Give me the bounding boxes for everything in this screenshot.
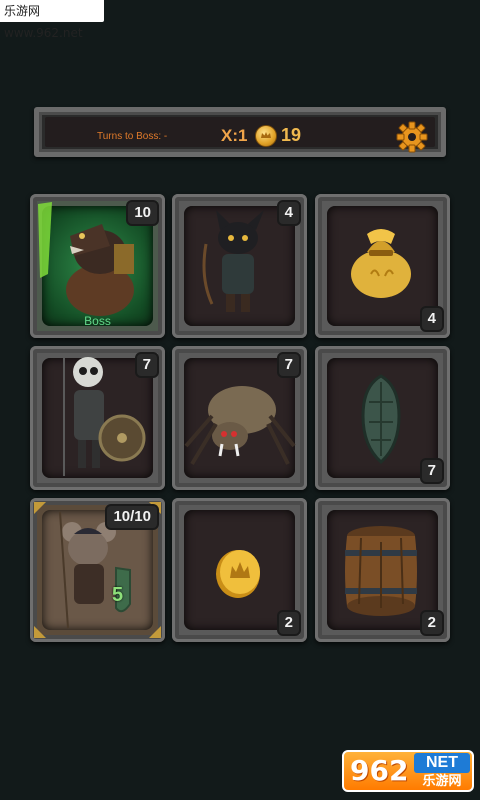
turns-to-boss-label: Turns to Boss: - <box>97 131 168 142</box>
card-rat-boss[interactable]: 10 Boss <box>30 194 165 338</box>
coin-count: 19 <box>281 125 302 145</box>
card-cat-archer[interactable]: 4 <box>172 194 307 338</box>
card-mouse-hero[interactable]: 10/10 5 <box>30 498 165 642</box>
multiplier-label: X:1 <box>221 126 248 145</box>
hero-defense: 5 <box>112 584 124 606</box>
coin-icon <box>255 125 277 147</box>
watermark-number: 962 <box>350 754 409 787</box>
attack-value: 10 <box>128 202 157 224</box>
card-gold-bag[interactable]: 4 <box>315 194 450 338</box>
hero-health: 10/10 <box>107 506 157 528</box>
card-skeleton[interactable]: 7 <box>30 346 165 490</box>
watermark-cn: 乐游网 <box>422 773 462 788</box>
watermark-bottom: 962 NET 乐游网 <box>342 750 474 792</box>
item-value: 2 <box>278 612 299 634</box>
boss-label: Boss <box>84 314 111 328</box>
item-value: 7 <box>421 460 442 482</box>
watermark-top: 乐游网 www.962.net <box>0 0 104 40</box>
attack-value: 7 <box>136 354 157 376</box>
card-coin[interactable]: 2 <box>172 498 307 642</box>
watermark-net: NET <box>414 753 470 773</box>
item-value: 2 <box>421 612 442 634</box>
card-shield[interactable]: 7 <box>315 346 450 490</box>
attack-value: 7 <box>278 354 299 376</box>
card-grid: 10 Boss 4 4 7 7 7 10/10 5 2 2 <box>30 194 450 644</box>
status-bar: Turns to Boss: - X:1 19 <box>34 107 446 157</box>
item-value: 4 <box>421 308 442 330</box>
card-barrel[interactable]: 2 <box>315 498 450 642</box>
gear-icon[interactable] <box>395 120 429 154</box>
card-spider[interactable]: 7 <box>172 346 307 490</box>
attack-value: 4 <box>278 202 299 224</box>
